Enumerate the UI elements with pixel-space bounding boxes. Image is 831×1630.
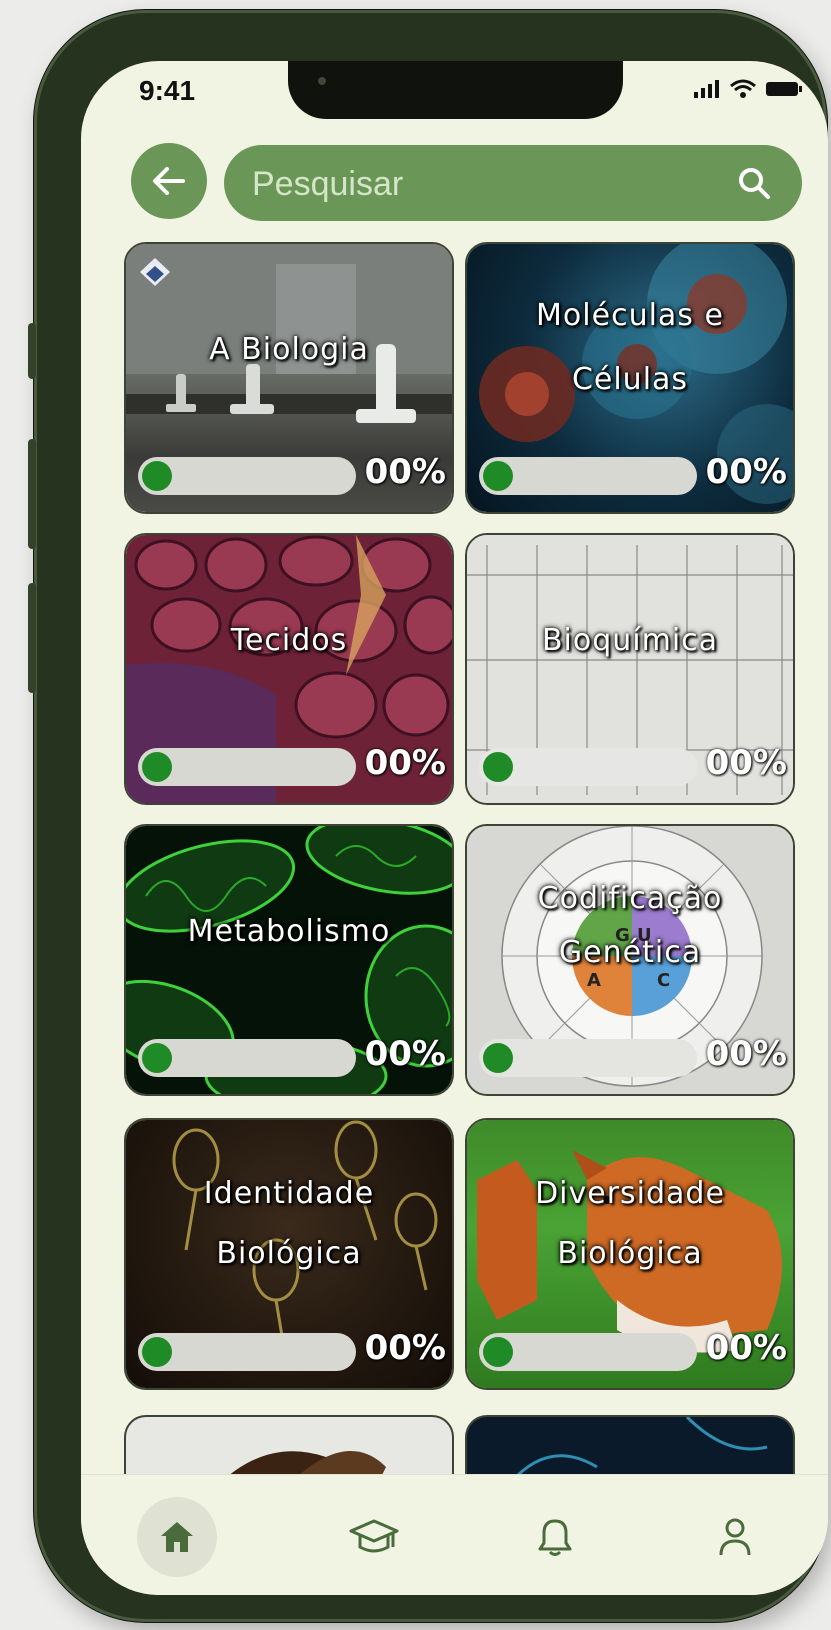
back-button[interactable]: [131, 143, 207, 219]
topic-card-codificacao-genetica[interactable]: GUAC Codificação Genética 00%: [465, 824, 795, 1096]
topic-card-identidade-biologica[interactable]: Identidade Biológica 00%: [124, 1118, 454, 1390]
nav-home[interactable]: [137, 1497, 217, 1577]
nav-notifications[interactable]: [515, 1497, 595, 1577]
progress-percent: 00%: [364, 743, 446, 783]
progress-percent: 00%: [364, 452, 446, 492]
progress-bar: [138, 1333, 356, 1371]
topic-card-metabolismo[interactable]: Metabolismo 00%: [124, 824, 454, 1096]
progress-percent: 00%: [705, 743, 787, 783]
app-screen: 9:41 Pesquisar A Biologia 00% Moléculas …: [81, 61, 828, 1595]
status-icons: [694, 79, 802, 99]
topic-card-diversidade-biologica[interactable]: Diversidade Biológica 00%: [465, 1118, 795, 1390]
progress-indicator: [483, 1337, 513, 1367]
progress-indicator: [483, 1043, 513, 1073]
progress-percent: 00%: [705, 1328, 787, 1368]
progress-percent: 00%: [705, 1034, 787, 1074]
user-icon: [719, 1518, 751, 1556]
progress-indicator: [142, 1043, 172, 1073]
progress-bar: [479, 457, 697, 495]
topic-title: Tecidos: [230, 623, 348, 658]
search-bar[interactable]: [224, 145, 802, 223]
progress-indicator: [483, 752, 513, 782]
signal-icon: [694, 80, 719, 98]
graduation-cap-icon: [349, 1519, 399, 1553]
search-input[interactable]: [250, 145, 694, 223]
side-button: [28, 439, 36, 549]
topic-title: Bioquímica: [541, 623, 719, 658]
bell-icon: [538, 1519, 572, 1556]
progress-indicator: [142, 461, 172, 491]
topic-card-a-biologia[interactable]: A Biologia 00%: [124, 242, 454, 514]
bottom-navigation: [81, 1474, 828, 1595]
progress-bar: [479, 1039, 697, 1077]
progress-indicator: [483, 461, 513, 491]
topic-title: A Biologia: [209, 332, 369, 367]
progress-percent: 00%: [364, 1034, 446, 1074]
topic-title: Codificação Genética: [537, 881, 723, 970]
topic-card-moleculas-e-celulas[interactable]: Moléculas e Células 00%: [465, 242, 795, 514]
progress-percent: 00%: [364, 1328, 446, 1368]
topic-title: Metabolismo: [187, 914, 391, 949]
progress-bar: [138, 1039, 356, 1077]
side-button: [28, 583, 36, 693]
progress-percent: 00%: [705, 452, 787, 492]
topic-card-bioquimica[interactable]: Bioquímica 00%: [465, 533, 795, 805]
search-icon[interactable]: [736, 165, 772, 201]
camera: [318, 77, 326, 85]
home-icon: [161, 1522, 193, 1552]
progress-bar: [138, 748, 356, 786]
status-time: 9:41: [139, 75, 196, 106]
topic-title: Moléculas e Células: [536, 298, 724, 397]
battery-icon: [766, 82, 802, 96]
arrow-left-icon: [153, 167, 185, 195]
progress-bar: [479, 1333, 697, 1371]
side-button: [28, 323, 36, 379]
progress-indicator: [142, 752, 172, 782]
logo-icon: [140, 258, 170, 286]
topic-card-tecidos[interactable]: Tecidos 00%: [124, 533, 454, 805]
wifi-icon: [730, 79, 756, 98]
progress-bar: [138, 457, 356, 495]
progress-bar: [479, 748, 697, 786]
nav-profile[interactable]: [695, 1497, 775, 1577]
nav-courses[interactable]: [334, 1497, 414, 1577]
notch: [288, 61, 623, 119]
progress-indicator: [142, 1337, 172, 1367]
topic-title: Identidade Biológica: [203, 1176, 375, 1271]
topic-title: Diversidade Biológica: [535, 1176, 725, 1271]
phone-frame: 9:41 Pesquisar A Biologia 00% Moléculas …: [28, 10, 828, 1622]
